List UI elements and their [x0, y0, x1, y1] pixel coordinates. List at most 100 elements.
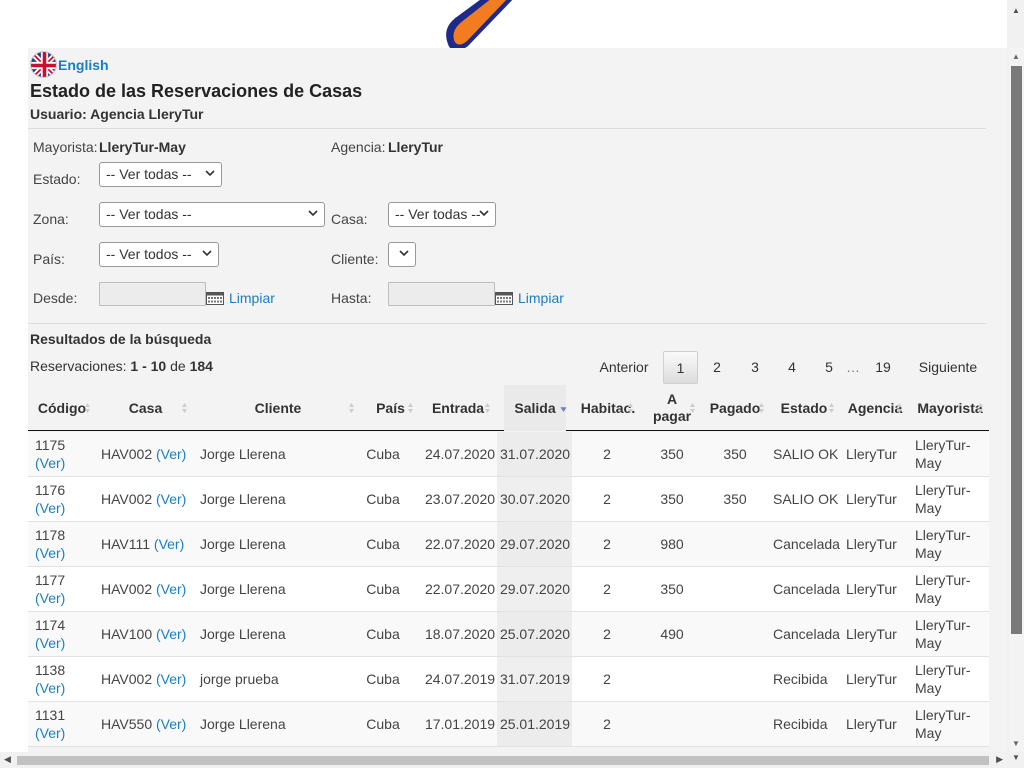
chevron-down-icon	[308, 210, 318, 217]
casa-value: HAV111	[101, 536, 151, 552]
ver-codigo-link[interactable]: (Ver)	[35, 635, 65, 651]
cell-cliente: Jorge Llerena	[200, 581, 286, 597]
casa-value: HAV002	[101, 581, 153, 597]
desde-clear-link[interactable]: Limpiar	[229, 290, 275, 306]
ver-casa-link[interactable]: (Ver)	[154, 536, 184, 552]
cell-casa: HAV002 (Ver)	[101, 490, 186, 508]
casa-value: HAV550	[101, 716, 153, 732]
scroll-down-arrow-icon[interactable]: ▼	[1012, 739, 1020, 748]
ver-codigo-link[interactable]: (Ver)	[35, 500, 65, 516]
calendar-icon[interactable]	[206, 292, 224, 305]
sort-arrows-icon	[485, 403, 490, 413]
ver-codigo-link[interactable]: (Ver)	[35, 680, 65, 696]
cell-mayorista: LleryTur- May	[915, 437, 971, 471]
cell-pais: Cuba	[366, 626, 400, 642]
sort-arrows-icon	[829, 403, 834, 413]
cell-salida: 30.07.2020	[499, 491, 571, 507]
codigo-value: 1131	[35, 707, 66, 723]
cell-mayorista: LleryTur- May	[915, 482, 971, 516]
logo-icon	[446, 0, 513, 48]
ver-casa-link[interactable]: (Ver)	[156, 491, 186, 507]
cell-cliente: Jorge Llerena	[200, 536, 286, 552]
cell-entrada: 18.07.2020	[424, 626, 496, 642]
chevron-down-icon	[479, 210, 489, 217]
chevron-down-icon	[399, 250, 409, 257]
ver-casa-link[interactable]: (Ver)	[156, 581, 186, 597]
col-header-pagado[interactable]: Pagado	[707, 385, 763, 431]
pagination-page-5[interactable]: 5	[814, 351, 844, 384]
ver-codigo-link[interactable]: (Ver)	[35, 455, 65, 471]
calendar-icon[interactable]	[495, 292, 513, 305]
col-header-a-pagar[interactable]: Apagar	[650, 385, 694, 431]
language-switch[interactable]: English	[30, 51, 109, 78]
scroll-up-arrow-icon[interactable]: ▲	[1012, 6, 1020, 15]
scroll-thumb[interactable]	[17, 756, 989, 765]
hasta-clear-link[interactable]: Limpiar	[518, 290, 564, 306]
pagination-page-3[interactable]: 3	[740, 351, 770, 384]
cell-mayorista: LleryTur- May	[915, 527, 971, 561]
col-header-salida[interactable]: Salida	[504, 385, 566, 431]
cell-habitac: 2	[603, 491, 611, 507]
table-header: Código Casa Cliente País Entrada Salida …	[28, 385, 989, 431]
frame-vertical-scrollbar[interactable]: ▲ ▼	[1009, 48, 1024, 752]
cell-a-pagar: 980	[660, 536, 684, 552]
cliente-select[interactable]	[388, 242, 416, 267]
ver-casa-link[interactable]: (Ver)	[156, 671, 186, 687]
user-line: Usuario: Agencia LleryTur	[30, 106, 204, 122]
col-header-casa[interactable]: Casa	[98, 385, 193, 431]
scroll-thumb[interactable]	[1011, 66, 1022, 634]
col-header-codigo[interactable]: Código	[33, 385, 91, 431]
cell-codigo: 1178 (Ver)	[35, 526, 65, 562]
estado-select[interactable]: -- Ver todas --	[99, 162, 222, 187]
ver-casa-link[interactable]: (Ver)	[156, 446, 186, 462]
cliente-label: Cliente:	[331, 251, 379, 267]
cell-habitac: 2	[603, 626, 611, 642]
desde-date-input[interactable]	[99, 282, 206, 306]
col-header-mayorista[interactable]: Mayorista	[916, 385, 984, 431]
cell-pais: Cuba	[366, 446, 400, 462]
casa-value: HAV002	[101, 446, 153, 462]
pagination-page-last[interactable]: 19	[868, 351, 898, 384]
ver-casa-link[interactable]: (Ver)	[156, 626, 186, 642]
cell-codigo: 1138 (Ver)	[35, 661, 65, 697]
scroll-up-arrow-icon[interactable]: ▲	[1012, 52, 1020, 61]
pagination-ellipsis: …	[846, 359, 860, 375]
agencia-label: Agencia:	[331, 139, 386, 155]
sort-arrows-icon	[897, 403, 902, 413]
ver-codigo-link[interactable]: (Ver)	[35, 725, 65, 741]
scroll-down-arrow-icon[interactable]: ▼	[1012, 753, 1020, 762]
ver-casa-link[interactable]: (Ver)	[156, 716, 186, 732]
pagination-page-2[interactable]: 2	[702, 351, 732, 384]
pagination-page-1[interactable]: 1	[663, 351, 698, 384]
hasta-date-input[interactable]	[388, 282, 495, 306]
cell-entrada: 23.07.2020	[424, 491, 496, 507]
page-horizontal-scrollbar[interactable]: ◀ ▶	[0, 752, 1007, 768]
cell-cliente: Jorge Llerena	[200, 491, 286, 507]
pais-label: País:	[33, 251, 65, 267]
scroll-right-arrow-icon[interactable]: ▶	[996, 754, 1003, 765]
cell-estado: Recibida	[773, 671, 828, 687]
pagination-prev[interactable]: Anterior	[594, 351, 654, 384]
language-link[interactable]: English	[58, 57, 109, 73]
reservations-frame: English Estado de las Reservaciones de C…	[28, 48, 1007, 752]
pais-select[interactable]: -- Ver todos --	[99, 242, 219, 267]
uk-flag-icon[interactable]	[30, 51, 57, 78]
cell-pais: Cuba	[366, 536, 400, 552]
cell-agencia: LleryTur	[846, 626, 897, 642]
pagination-page-4[interactable]: 4	[777, 351, 807, 384]
casa-value: HAV100	[101, 626, 153, 642]
col-header-entrada[interactable]: Entrada	[423, 385, 493, 431]
col-header-cliente[interactable]: Cliente	[193, 385, 363, 431]
pagination-next[interactable]: Siguiente	[914, 351, 982, 384]
agencia-value: LleryTur	[388, 139, 443, 155]
ver-codigo-link[interactable]: (Ver)	[35, 590, 65, 606]
cell-pais: Cuba	[366, 716, 400, 732]
cell-casa: HAV100 (Ver)	[101, 625, 186, 643]
casa-select[interactable]: -- Ver todas --	[388, 202, 496, 227]
scroll-left-arrow-icon[interactable]: ◀	[4, 754, 11, 765]
zona-select[interactable]: -- Ver todas --	[99, 202, 325, 227]
ver-codigo-link[interactable]: (Ver)	[35, 545, 65, 561]
cell-entrada: 17.01.2019	[424, 716, 496, 732]
cell-habitac: 2	[603, 446, 611, 462]
sort-arrows-icon	[349, 403, 354, 413]
